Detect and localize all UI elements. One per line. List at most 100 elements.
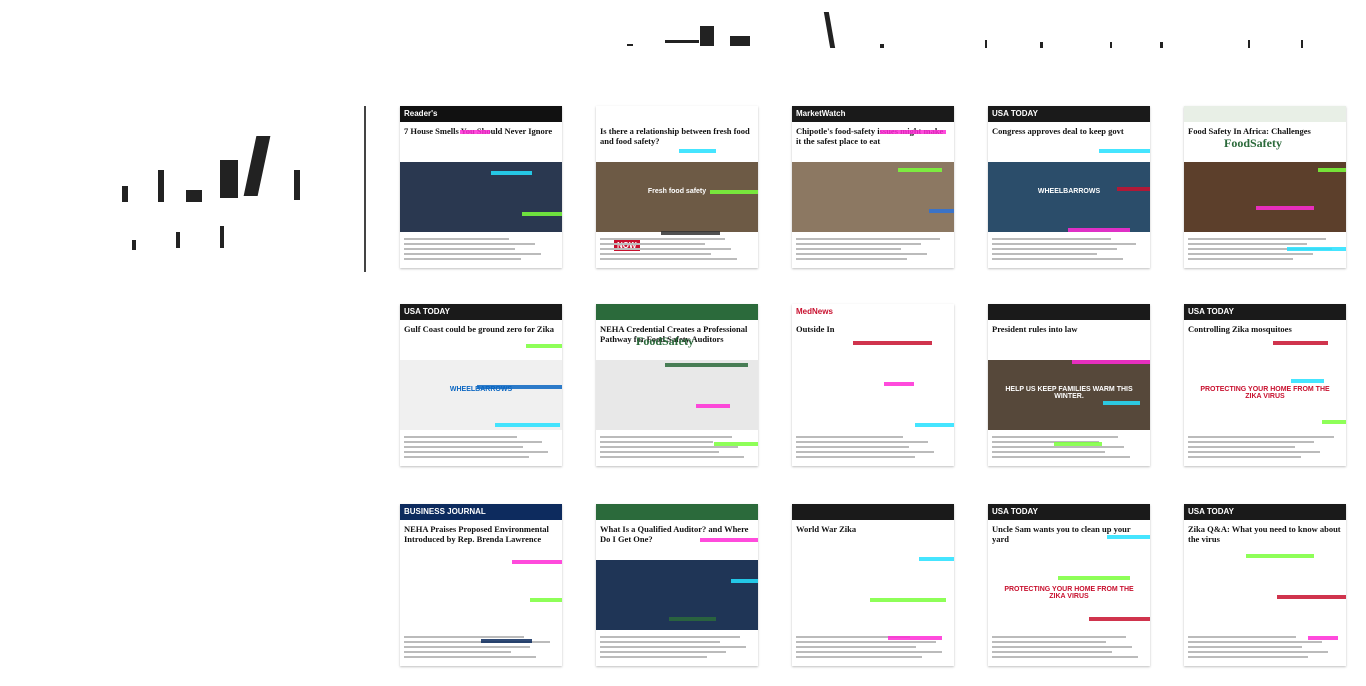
glitch-streak — [530, 598, 562, 602]
glitch-streak — [1291, 379, 1324, 383]
glitch-streak — [1107, 535, 1150, 539]
thumbnail-header-bar — [988, 304, 1150, 320]
brand-logo — [118, 130, 318, 270]
article-headline: Congress approves deal to keep govt — [992, 126, 1124, 136]
article-body-lines — [992, 436, 1142, 461]
article-headline: Is there a relationship between fresh fo… — [600, 126, 750, 146]
article-image — [400, 360, 562, 430]
glitch-streak — [460, 130, 490, 134]
article-body-lines — [404, 238, 554, 263]
glitch-streak — [700, 538, 758, 542]
thumbnail-food-auditor[interactable]: What Is a Qualified Auditor? and Where D… — [596, 504, 758, 666]
glitch-streak — [1103, 401, 1140, 405]
glitch-streak — [731, 579, 758, 583]
glitch-streak — [880, 130, 946, 134]
glitch-streak — [669, 617, 716, 621]
site-logo: USA TODAY — [992, 507, 1038, 516]
article-headline: Controlling Zika mosquitoes — [1188, 324, 1292, 334]
thumbnail-usatoday-zika-deal[interactable]: USA TODAY Congress approves deal to keep … — [988, 106, 1150, 268]
thumbnail-food-safety-magazine-2[interactable]: NEHA Credential Creates a Professional P… — [596, 304, 758, 466]
article-image — [792, 162, 954, 232]
glitch-streak — [495, 423, 560, 427]
article-headline: President rules into law — [992, 324, 1078, 334]
article-body-lines — [992, 636, 1142, 661]
glitch-streak — [853, 341, 932, 345]
thumbnail-grid: Reader's7 House Smells You Should Never … — [400, 106, 1366, 666]
thumbnail-food-safety-magazine-1[interactable]: Food Safety In Africa: Challenges FoodSaf… — [1184, 106, 1346, 268]
thumbnail-world-war-zika[interactable]: World War Zika — [792, 504, 954, 666]
thumbnail-business-journal[interactable]: BUSINESS JOURNAL NEHA Praises Proposed En… — [400, 504, 562, 666]
glitch-streak — [1054, 442, 1102, 446]
glitch-streak — [1287, 247, 1346, 251]
glitch-streak — [1318, 168, 1346, 172]
glitch-streak — [526, 344, 562, 348]
glitch-streak — [481, 639, 532, 643]
glitch-streak — [679, 149, 716, 153]
article-headline: Chipotle's food-safety issues might make… — [796, 126, 944, 146]
article-headline: Food Safety In Africa: Challenges — [1188, 126, 1311, 136]
article-body-lines — [600, 238, 750, 263]
article-body-lines — [992, 238, 1142, 263]
glitch-streak — [929, 209, 954, 213]
site-logo: Reader's — [404, 109, 438, 118]
article-headline: NEHA Praises Proposed Environmental Intr… — [404, 524, 549, 544]
vertical-divider — [364, 106, 366, 272]
glitch-streak — [512, 560, 562, 564]
glitch-streak — [714, 442, 758, 446]
article-body-lines — [600, 436, 750, 461]
site-logo: USA TODAY — [992, 109, 1038, 118]
glitch-streak — [1099, 149, 1150, 153]
thumbnail-header-bar — [596, 504, 758, 520]
site-logo: MarketWatch — [796, 109, 846, 118]
site-logo: MedNews — [796, 307, 833, 316]
glitch-streak — [1273, 341, 1328, 345]
thumbnail-medical-news[interactable]: MedNews Outside In — [792, 304, 954, 466]
thumbnail-header-bar — [596, 106, 758, 122]
article-image — [400, 560, 562, 630]
article-image — [792, 360, 954, 430]
glitch-streak — [710, 190, 758, 194]
article-headline: World War Zika — [796, 524, 857, 534]
magazine-brand: FoodSafety — [636, 334, 694, 348]
glitch-streak — [1256, 206, 1314, 210]
site-logo: USA TODAY — [404, 307, 450, 316]
glitch-streak — [1322, 420, 1346, 424]
glitch-streak — [898, 168, 942, 172]
thumbnail-usatoday-uncle-sam[interactable]: USA TODAY Uncle Sam wants you to clean up… — [988, 504, 1150, 666]
glitch-streak — [661, 231, 720, 235]
glitch-streak — [884, 382, 914, 386]
thumbnail-usatoday-gulf-coast[interactable]: USA TODAY Gulf Coast could be ground zero… — [400, 304, 562, 466]
thumbnail-marketwatch[interactable]: MarketWatch Chipotle's food-safety issues… — [792, 106, 954, 268]
glitch-streak — [1246, 554, 1314, 558]
thumbnail-food-safety-relationship[interactable]: Is there a relationship between fresh fo… — [596, 106, 758, 268]
article-body-lines — [1188, 436, 1338, 461]
glitch-streak — [919, 557, 954, 561]
article-body-lines — [404, 436, 554, 461]
magazine-brand: FoodSafety — [1224, 136, 1282, 150]
glitch-streak — [1089, 617, 1150, 621]
site-logo: BUSINESS JOURNAL — [404, 507, 486, 516]
top-strip — [0, 0, 1366, 90]
article-image — [400, 162, 562, 232]
thumbnail-readers-digest[interactable]: Reader's7 House Smells You Should Never … — [400, 106, 562, 268]
glitch-streak — [1058, 576, 1130, 580]
site-logo: USA TODAY — [1188, 507, 1234, 516]
article-headline: Gulf Coast could be ground zero for Zika — [404, 324, 554, 334]
thumbnail-breaking-news[interactable]: President rules into law HELP US KEEP FAM… — [988, 304, 1150, 466]
image-caption: PROTECTING YOUR HOME FROM THE ZIKA VIRUS — [1200, 386, 1330, 400]
thumbnail-usatoday-protect-home[interactable]: USA TODAY Controlling Zika mosquitoes PROT… — [1184, 304, 1346, 466]
glitch-streak — [696, 404, 730, 408]
article-headline: Outside In — [796, 324, 835, 334]
glitch-streak — [870, 598, 946, 602]
article-image — [792, 560, 954, 630]
image-caption: PROTECTING YOUR HOME FROM THE ZIKA VIRUS — [1004, 586, 1134, 600]
article-body-lines — [796, 436, 946, 461]
thumbnail-usatoday-zika-qa[interactable]: USA TODAY Zika Q&A: What you need to know… — [1184, 504, 1346, 666]
thumbnail-header-bar — [596, 304, 758, 320]
glitch-streak — [915, 423, 954, 427]
glitch-streak — [888, 636, 942, 640]
image-caption: HELP US KEEP FAMILIES WARM THIS WINTER. — [1005, 386, 1133, 400]
glitch-streak — [1277, 595, 1346, 599]
article-image — [596, 162, 758, 232]
article-body-lines — [600, 636, 750, 661]
